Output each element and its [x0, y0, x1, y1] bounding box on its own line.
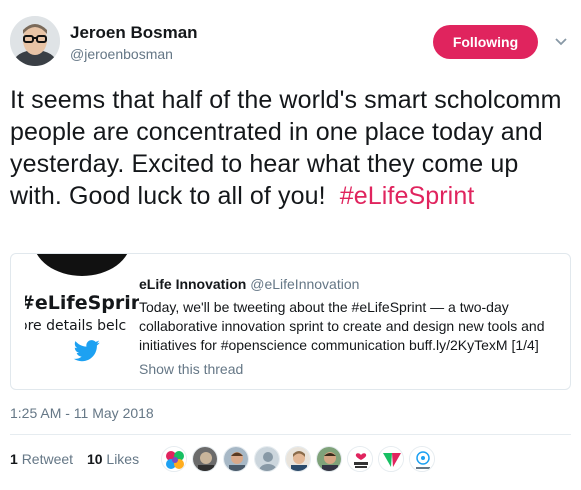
- quoted-tweet-image[interactable]: #eLifeSprint ore details belc: [25, 254, 139, 372]
- likes-count: 10: [86, 451, 103, 467]
- quoted-author-handle: @eLifeInnovation: [250, 276, 360, 292]
- quoted-author[interactable]: eLife Innovation @eLifeInnovation: [139, 276, 359, 292]
- image-text-details: ore details belc: [25, 318, 127, 334]
- likes-label: Likes: [106, 451, 140, 467]
- liker-avatar[interactable]: [161, 446, 187, 472]
- likers-avatars: [161, 446, 435, 474]
- tweet-timestamp[interactable]: 1:25 AM - 11 May 2018: [10, 405, 154, 421]
- liker-avatar[interactable]: [409, 446, 435, 472]
- show-thread-link[interactable]: Show this thread: [139, 361, 243, 377]
- likes-stat[interactable]: 10 Likes: [87, 451, 139, 467]
- tweet-stats: 1 Retweet 10 Likes: [10, 451, 139, 467]
- author-avatar[interactable]: [10, 16, 60, 66]
- quoted-author-name: eLife Innovation: [139, 276, 247, 292]
- liker-avatar[interactable]: [347, 446, 373, 472]
- image-arc: [33, 254, 131, 276]
- image-text-hashtag: #eLifeSprint: [25, 292, 139, 314]
- liker-avatar[interactable]: [254, 446, 280, 472]
- author-name[interactable]: Jeroen Bosman: [70, 23, 198, 43]
- liker-avatar[interactable]: [285, 446, 311, 472]
- liker-avatar[interactable]: [316, 446, 342, 472]
- quoted-tweet-text: Today, we'll be tweeting about the #eLif…: [139, 299, 545, 353]
- liker-avatar[interactable]: [223, 446, 249, 472]
- following-button[interactable]: Following: [433, 25, 538, 59]
- liker-avatar[interactable]: [378, 446, 404, 472]
- quoted-tweet-card[interactable]: #eLifeSprint ore details belc eLife Inno…: [10, 253, 571, 390]
- tweet-body: It seems that half of the world's smart …: [10, 86, 562, 210]
- hashtag-link[interactable]: #eLifeSprint: [340, 182, 475, 210]
- author-handle[interactable]: @jeroenbosman: [70, 46, 173, 62]
- chevron-down-icon[interactable]: [553, 33, 569, 49]
- liker-avatar[interactable]: [192, 446, 218, 472]
- twitter-bird-icon: [73, 340, 100, 362]
- divider-top: [10, 434, 571, 435]
- retweet-stat[interactable]: 1 Retweet: [10, 451, 73, 467]
- retweet-label: Retweet: [21, 451, 74, 467]
- retweet-count: 1: [10, 451, 18, 467]
- tweet-text: It seems that half of the world's smart …: [10, 84, 570, 212]
